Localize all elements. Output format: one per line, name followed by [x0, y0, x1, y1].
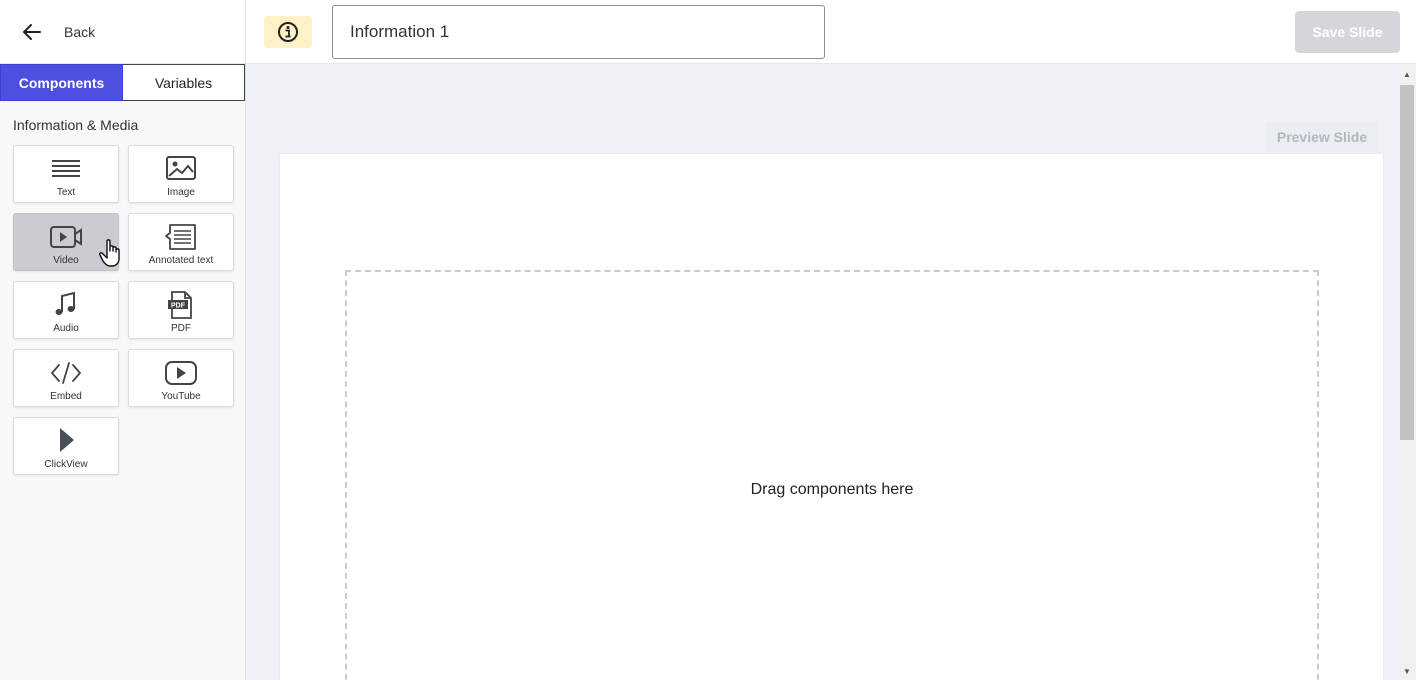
component-label: Annotated text	[148, 255, 214, 266]
preview-slide-button[interactable]: Preview Slide	[1266, 122, 1378, 152]
music-note-icon	[48, 290, 84, 320]
play-triangle-icon	[48, 426, 84, 456]
component-label: Image	[167, 187, 195, 198]
vertical-scrollbar[interactable]: ▲ ▼	[1398, 65, 1416, 680]
component-pdf[interactable]: PDF PDF	[128, 281, 234, 339]
pdf-file-icon: PDF	[163, 290, 199, 320]
component-embed[interactable]: Embed	[13, 349, 119, 407]
arrow-left-icon	[23, 23, 41, 40]
tab-variables[interactable]: Variables	[123, 64, 245, 101]
slide-canvas-area: Preview Slide Drag components here	[247, 65, 1398, 680]
component-grid: Text Image Video Annotated text Audio PD…	[0, 145, 245, 475]
sidebar: Back Components Variables Information & …	[0, 0, 246, 680]
video-camera-icon	[48, 222, 84, 252]
drop-zone-text: Drag components here	[750, 481, 914, 498]
drop-zone[interactable]: Drag components here	[345, 270, 1319, 680]
component-label: Audio	[53, 323, 79, 334]
component-youtube[interactable]: YouTube	[128, 349, 234, 407]
component-text[interactable]: Text	[13, 145, 119, 203]
component-label: Text	[56, 187, 76, 198]
component-label: Video	[53, 255, 79, 266]
youtube-play-icon	[163, 358, 199, 388]
component-audio[interactable]: Audio	[13, 281, 119, 339]
sidebar-tabs: Components Variables	[0, 64, 245, 101]
tab-components[interactable]: Components	[0, 64, 123, 101]
back-label: Back	[64, 23, 96, 40]
component-image[interactable]: Image	[128, 145, 234, 203]
component-label: PDF	[171, 323, 191, 334]
slide-panel: Drag components here	[280, 154, 1383, 680]
component-clickview[interactable]: ClickView	[13, 417, 119, 475]
text-lines-icon	[48, 154, 84, 184]
scroll-thumb[interactable]	[1400, 85, 1414, 440]
scroll-down-icon[interactable]: ▼	[1398, 662, 1416, 680]
info-button[interactable]	[264, 16, 312, 48]
component-label: YouTube	[161, 391, 201, 402]
slide-title-input[interactable]	[332, 5, 825, 59]
top-bar: Save Slide	[246, 0, 1416, 64]
section-title: Information & Media	[13, 117, 139, 133]
component-annotated-text[interactable]: Annotated text	[128, 213, 234, 271]
svg-text:PDF: PDF	[171, 302, 186, 309]
component-label: Embed	[50, 391, 82, 402]
component-video[interactable]: Video	[13, 213, 120, 271]
image-icon	[163, 154, 199, 184]
back-button[interactable]: Back	[0, 0, 245, 64]
scroll-up-icon[interactable]: ▲	[1398, 65, 1416, 83]
hand-cursor-icon	[99, 239, 120, 267]
info-circle-icon	[278, 22, 298, 42]
save-slide-button[interactable]: Save Slide	[1295, 11, 1400, 53]
annotated-text-icon	[163, 222, 199, 252]
component-label: ClickView	[44, 459, 88, 470]
code-brackets-icon	[48, 358, 84, 388]
